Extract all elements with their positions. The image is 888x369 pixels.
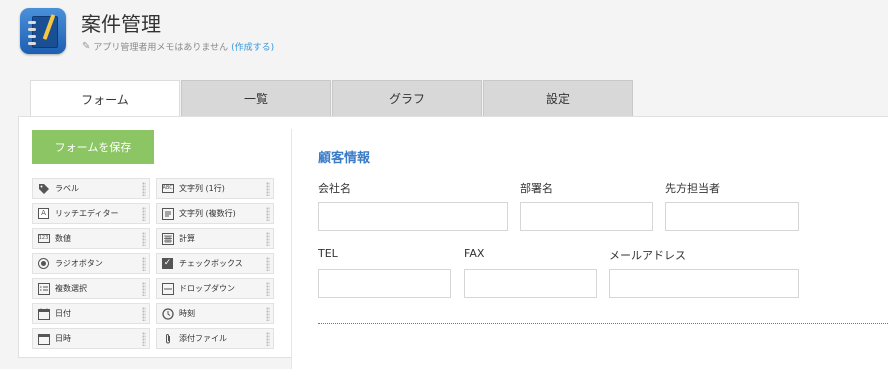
text-multi-icon xyxy=(161,207,174,220)
palette-item-text: 複数選択 xyxy=(55,284,87,293)
palette-item-text: リッチエディター xyxy=(55,209,119,218)
text-single-icon: ABC xyxy=(161,184,174,193)
form-layout-area: 顧客情報 会社名 部署名 先方担当者 TEL FAX メールアドレス xyxy=(291,129,888,369)
palette-item-text: 日付 xyxy=(55,309,71,318)
contact-person-field[interactable] xyxy=(665,202,799,231)
field-label-fax: FAX xyxy=(464,247,485,260)
palette-item-text-single[interactable]: ABC 文字列 (1行) xyxy=(156,178,274,199)
tab-form[interactable]: フォーム xyxy=(30,80,180,118)
tag-icon xyxy=(37,182,50,195)
drag-handle-icon[interactable] xyxy=(266,257,270,271)
palette-item-datetime[interactable]: 日時 xyxy=(32,328,150,349)
palette-item-text: 時刻 xyxy=(179,309,195,318)
field-label-email: メールアドレス xyxy=(609,249,686,262)
dropdown-icon xyxy=(161,282,174,295)
app-memo: ✎ アプリ管理者用メモはありません (作成する) xyxy=(82,40,274,53)
palette-item-text: 日時 xyxy=(55,334,71,343)
field-label-tel: TEL xyxy=(318,247,338,260)
tab-bar: フォーム 一覧 グラフ 設定 xyxy=(30,80,634,118)
drag-handle-icon[interactable] xyxy=(142,282,146,296)
tab-list[interactable]: 一覧 xyxy=(181,80,331,116)
palette-item-text: ドロップダウン xyxy=(179,284,235,293)
drag-handle-icon[interactable] xyxy=(142,207,146,221)
save-form-button[interactable]: フォームを保存 xyxy=(32,130,154,164)
calendar-icon xyxy=(37,307,50,320)
field-palette: ラベル ABC 文字列 (1行) A リッチエディター 文字列 (複数行) 12… xyxy=(32,178,274,349)
ring-icon xyxy=(28,42,36,45)
field-label-department: 部署名 xyxy=(520,182,553,195)
palette-item-calc[interactable]: 計算 xyxy=(156,228,274,249)
palette-item-time[interactable]: 時刻 xyxy=(156,303,274,324)
section-title: 顧客情報 xyxy=(318,151,371,166)
drag-handle-icon[interactable] xyxy=(142,232,146,246)
field-label-company: 会社名 xyxy=(318,182,351,195)
palette-item-text: ラジオボタン xyxy=(55,259,103,268)
palette-item-multi-select[interactable]: 複数選択 xyxy=(32,278,150,299)
tel-field[interactable] xyxy=(318,269,451,298)
calculator-icon xyxy=(161,232,174,245)
create-memo-link[interactable]: (作成する) xyxy=(231,40,274,53)
palette-item-date[interactable]: 日付 xyxy=(32,303,150,324)
checkbox-icon: ✓ xyxy=(162,258,173,269)
drag-handle-icon[interactable] xyxy=(266,182,270,196)
drag-handle-icon[interactable] xyxy=(266,307,270,321)
datetime-icon xyxy=(37,332,50,345)
email-field[interactable] xyxy=(609,269,799,298)
drag-handle-icon[interactable] xyxy=(266,282,270,296)
palette-item-number[interactable]: 123 数値 xyxy=(32,228,150,249)
app-icon xyxy=(20,8,66,54)
field-palette-column: フォームを保存 ラベル ABC 文字列 (1行) A リッチエディター 文字列 … xyxy=(19,117,289,357)
drag-handle-icon[interactable] xyxy=(266,332,270,346)
tab-settings[interactable]: 設定 xyxy=(483,80,633,116)
edit-note-icon: ✎ xyxy=(82,41,91,52)
form-editor-panel: フォームを保存 ラベル ABC 文字列 (1行) A リッチエディター 文字列 … xyxy=(18,116,888,369)
palette-item-text: 数値 xyxy=(55,234,71,243)
number-icon: 123 xyxy=(37,234,50,243)
palette-item-radio[interactable]: ラジオボタン xyxy=(32,253,150,274)
palette-item-text: ラベル xyxy=(55,184,79,193)
palette-item-text: 文字列 (複数行) xyxy=(179,209,236,218)
palette-item-text: 添付ファイル xyxy=(179,334,227,343)
radio-icon xyxy=(37,257,50,270)
drag-handle-icon[interactable] xyxy=(142,307,146,321)
tab-graph[interactable]: グラフ xyxy=(332,80,482,116)
drag-handle-icon[interactable] xyxy=(142,182,146,196)
ring-icon xyxy=(28,28,36,31)
multi-select-icon xyxy=(37,282,50,295)
ring-icon xyxy=(28,35,36,38)
palette-item-label[interactable]: ラベル xyxy=(32,178,150,199)
drag-handle-icon[interactable] xyxy=(142,332,146,346)
field-label-contact: 先方担当者 xyxy=(665,182,720,195)
department-field[interactable] xyxy=(520,202,653,231)
paperclip-icon xyxy=(161,332,174,345)
section-divider xyxy=(318,323,888,324)
company-field[interactable] xyxy=(318,202,508,231)
palette-item-dropdown[interactable]: ドロップダウン xyxy=(156,278,274,299)
clock-icon xyxy=(161,307,174,320)
palette-item-text: 計算 xyxy=(179,234,195,243)
palette-item-text: 文字列 (1行) xyxy=(179,184,225,193)
ring-icon xyxy=(28,21,36,24)
palette-item-rich-editor[interactable]: A リッチエディター xyxy=(32,203,150,224)
palette-item-text: チェックボックス xyxy=(179,259,243,268)
page-title: 案件管理 xyxy=(81,12,161,36)
drag-handle-icon[interactable] xyxy=(266,207,270,221)
palette-item-checkbox[interactable]: ✓ チェックボックス xyxy=(156,253,274,274)
palette-item-text-multi[interactable]: 文字列 (複数行) xyxy=(156,203,274,224)
fax-field[interactable] xyxy=(464,269,597,298)
memo-text: アプリ管理者用メモはありません xyxy=(93,43,229,53)
drag-handle-icon[interactable] xyxy=(266,232,270,246)
palette-item-attachment[interactable]: 添付ファイル xyxy=(156,328,274,349)
rich-editor-icon: A xyxy=(37,207,50,220)
drag-handle-icon[interactable] xyxy=(142,257,146,271)
